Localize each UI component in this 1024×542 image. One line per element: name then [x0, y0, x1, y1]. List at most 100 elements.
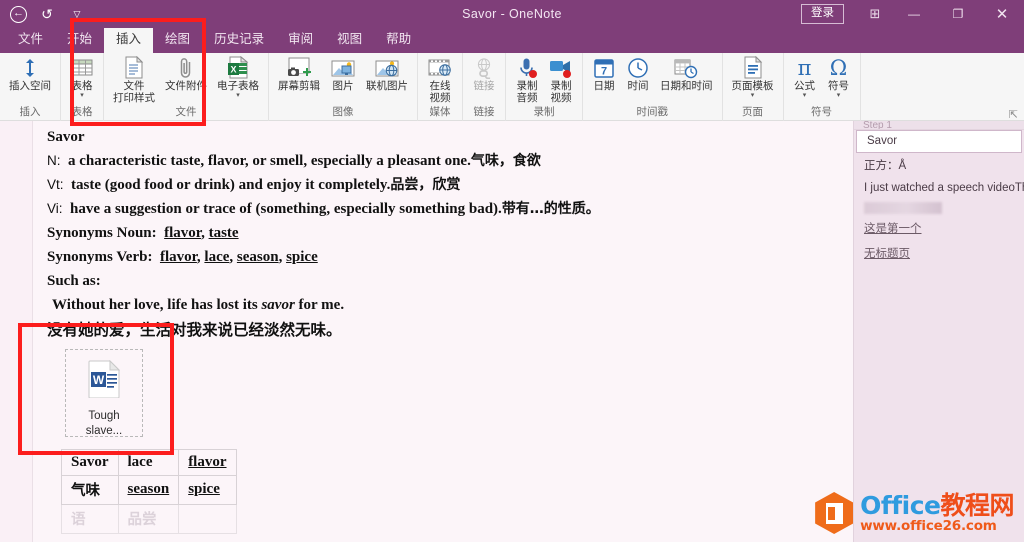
ribbon-button-time[interactable]: 时间 — [621, 53, 655, 93]
ribbon-button-online-video[interactable]: 在线 视频 — [422, 53, 458, 105]
page-list-item-redacted[interactable] — [864, 202, 942, 214]
tab-0[interactable]: 文件 — [6, 28, 55, 53]
ribbon-button-label: 文件 打印样式 — [113, 80, 155, 104]
ribbon-button-label: 符号 — [828, 80, 849, 92]
underlined-word: season — [127, 481, 170, 497]
restore-button[interactable]: ❐ — [936, 0, 980, 28]
ribbon-button-record-audio[interactable]: 录制 音频 — [510, 53, 544, 105]
ribbon-display-options-icon[interactable]: ⊞ — [858, 6, 892, 22]
definition-zh-vi: 带有…的性质。 — [501, 201, 600, 217]
table-cell[interactable]: season — [117, 475, 180, 505]
ribbon-button-online-picture[interactable]: 联机图片 — [361, 53, 413, 93]
sign-in-button[interactable]: 登录 — [801, 3, 844, 25]
note-table[interactable]: Savor lace flavor 气味 season spice 语品尝 — [61, 449, 237, 534]
ribbon-button-table[interactable]: 表格 ▾ — [65, 53, 99, 99]
undo-button[interactable]: ↺ — [37, 4, 57, 24]
note-page[interactable]: Savor N: a characteristic taste, flavor,… — [33, 121, 853, 542]
ribbon-group-link: 链接 链接 — [463, 53, 506, 121]
table-cell[interactable] — [178, 504, 237, 534]
page-list-item-4[interactable]: 这是第一个 — [854, 216, 1024, 241]
ribbon-button-file-printout[interactable]: 文件 打印样式 — [108, 53, 160, 105]
ribbon-group-label: 图像 — [332, 106, 354, 118]
equation-pi-icon: π — [797, 55, 812, 80]
ribbon-button-label: 屏幕剪辑 — [278, 80, 320, 92]
chevron-down-icon[interactable]: ▾ — [837, 92, 841, 99]
file-attachment[interactable]: W Tough slave... — [65, 349, 143, 437]
ribbon-button-spreadsheet[interactable]: X 电子表格 ▾ — [212, 53, 264, 99]
ribbon-button-insert-space[interactable]: 插入空间 — [4, 53, 56, 93]
table-cell[interactable]: spice — [178, 475, 237, 505]
table-cell[interactable]: Savor — [61, 449, 119, 476]
such-as-label: Such as: — [47, 269, 837, 293]
ribbon-button-date-time[interactable]: 日期和时间 — [655, 53, 718, 93]
minimize-button[interactable]: — — [892, 0, 936, 28]
page-list-item-0[interactable]: Savor — [856, 130, 1022, 153]
ribbon-button-record-video[interactable]: 录制 视频 — [544, 53, 578, 105]
example-sentence: Without her love, life has lost its savo… — [47, 293, 837, 317]
ribbon-group-table: 表格 ▾ 表格 — [61, 53, 104, 121]
tab-3[interactable]: 绘图 — [153, 28, 202, 53]
ribbon-button-label: 文件附件 — [165, 80, 207, 92]
page-list-partial-item[interactable]: Step 1 — [854, 121, 1024, 130]
ribbon-button-page-template[interactable]: 页面模板 ▾ — [727, 53, 779, 99]
ribbon-group-label: 时间戳 — [636, 106, 669, 118]
synonym-word: spice — [286, 249, 318, 265]
ribbon-button-label: 图片 — [332, 80, 354, 92]
page-list-item-2[interactable]: I just watched a speech videoTh — [854, 178, 1024, 199]
page-nav-rail — [0, 121, 33, 542]
attachment-filename-line2: slave... — [85, 425, 123, 437]
table-cell[interactable]: lace — [117, 449, 180, 476]
example-translation: 没有她的爱，生活对我来说已经淡然无味。 — [47, 321, 342, 339]
ribbon-button-screen-clipping[interactable]: 屏幕剪辑 — [273, 53, 325, 93]
table-cell[interactable]: flavor — [178, 449, 237, 476]
ribbon-group-insert: 插入空间 插入 — [0, 53, 61, 121]
table-cell[interactable]: 语 — [61, 504, 119, 534]
close-button[interactable]: ✕ — [980, 0, 1024, 28]
synonyms-verb-label: Synonyms Verb: — [47, 249, 153, 265]
attachment-filename: Tough slave... — [86, 409, 122, 439]
watermark-title-en: Office — [860, 490, 941, 520]
watermark-url: www.office26.com — [860, 517, 997, 534]
time-icon — [627, 56, 649, 79]
table-cell[interactable]: 品尝 — [117, 504, 180, 534]
chevron-down-icon[interactable]: ▾ — [751, 92, 755, 99]
ribbon-button-label: 时间 — [627, 80, 649, 92]
tab-5[interactable]: 审阅 — [276, 28, 325, 53]
ribbon-group-label: 文件 — [175, 106, 197, 118]
chevron-down-icon[interactable]: ▾ — [803, 92, 807, 99]
tab-4[interactable]: 历史记录 — [202, 28, 276, 53]
svg-text:X: X — [230, 65, 236, 75]
table-cell[interactable]: 气味 — [61, 475, 119, 505]
word-document-icon: W — [88, 359, 121, 403]
ribbon-button-label: 日期 — [593, 80, 615, 92]
ribbon-button-equation-pi[interactable]: π 公式 ▾ — [788, 53, 822, 99]
chevron-down-icon[interactable]: ▾ — [80, 92, 84, 99]
page-list-item-5[interactable]: 无标题页 — [854, 241, 1024, 266]
tab-6[interactable]: 视图 — [325, 28, 374, 53]
svg-text:W: W — [93, 373, 105, 387]
tab-1[interactable]: 开始 — [55, 28, 104, 53]
ribbon-button-paperclip[interactable]: 文件附件 — [160, 53, 212, 93]
page-list-panel: Step 1 Savor 正方：Å I just watched a speech … — [853, 121, 1024, 542]
link-icon — [472, 56, 496, 79]
table-row: 语品尝 — [61, 504, 237, 534]
svg-text:7: 7 — [601, 65, 607, 77]
customize-qat-button[interactable]: ▽ — [67, 4, 87, 24]
chevron-down-icon[interactable]: ▾ — [236, 92, 240, 99]
ribbon-group-recording: 录制 音频 录制 视频 录制 — [506, 53, 583, 121]
example-keyword: savor — [261, 297, 295, 313]
ribbon-button-label: 联机图片 — [366, 80, 408, 92]
definition-zh-vt: 品尝，欣赏 — [390, 177, 461, 193]
tab-2[interactable]: 插入 — [104, 28, 154, 53]
page-list-item-1[interactable]: 正方：Å — [854, 153, 1024, 178]
ribbon-button-picture[interactable]: 图片 — [325, 53, 361, 93]
ribbon-button-symbol-omega[interactable]: Ω 符号 ▾ — [822, 53, 856, 99]
ribbon-group-page: 页面模板 ▾ 页面 — [723, 53, 784, 121]
ribbon-button-date[interactable]: 7 日期 — [587, 53, 621, 93]
ribbon-button-label: 录制 音频 — [516, 80, 538, 104]
tab-7[interactable]: 帮助 — [374, 28, 423, 53]
ribbon-dialog-launcher-icon[interactable]: ⇱ — [1009, 108, 1018, 121]
back-button[interactable]: ← — [10, 5, 27, 23]
screen-clipping-icon — [286, 56, 312, 79]
picture-icon — [330, 56, 356, 79]
